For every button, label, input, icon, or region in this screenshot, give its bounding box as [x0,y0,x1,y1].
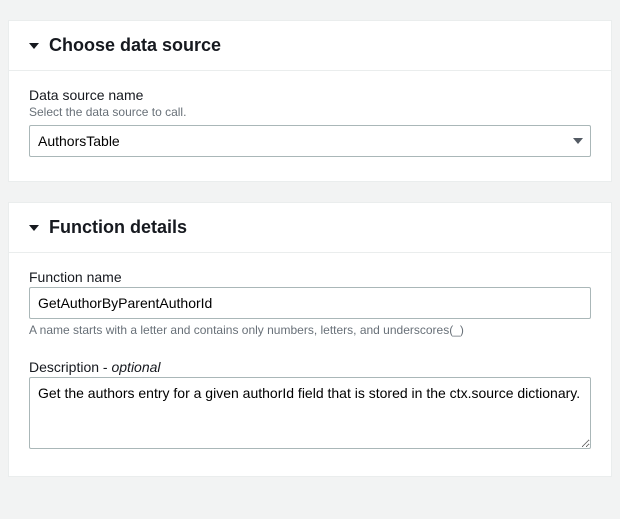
choose-data-source-panel: Choose data source Data source name Sele… [8,20,612,182]
choose-data-source-title: Choose data source [49,35,221,56]
description-field: Description - optional Get the authors e… [29,359,591,452]
description-label-optional: optional [111,359,160,375]
caret-down-icon [29,220,39,236]
choose-data-source-body: Data source name Select the data source … [9,71,611,181]
data-source-select-wrap: AuthorsTable [29,125,591,157]
description-label-dash: - [99,359,111,375]
description-textarea[interactable]: Get the authors entry for a given author… [29,377,591,449]
choose-data-source-header[interactable]: Choose data source [9,21,611,71]
data-source-name-hint: Select the data source to call. [29,105,591,119]
description-label-text: Description [29,359,99,375]
function-details-header[interactable]: Function details [9,203,611,253]
function-name-hint: A name starts with a letter and contains… [29,323,591,337]
function-details-panel: Function details Function name A name st… [8,202,612,477]
function-name-input[interactable] [29,287,591,319]
data-source-name-field: Data source name Select the data source … [29,87,591,157]
function-name-field: Function name A name starts with a lette… [29,269,591,337]
function-name-label: Function name [29,269,591,285]
function-details-body: Function name A name starts with a lette… [9,253,611,476]
caret-down-icon [29,38,39,54]
data-source-name-label: Data source name [29,87,591,103]
function-details-title: Function details [49,217,187,238]
description-label: Description - optional [29,359,591,375]
data-source-select[interactable]: AuthorsTable [29,125,591,157]
